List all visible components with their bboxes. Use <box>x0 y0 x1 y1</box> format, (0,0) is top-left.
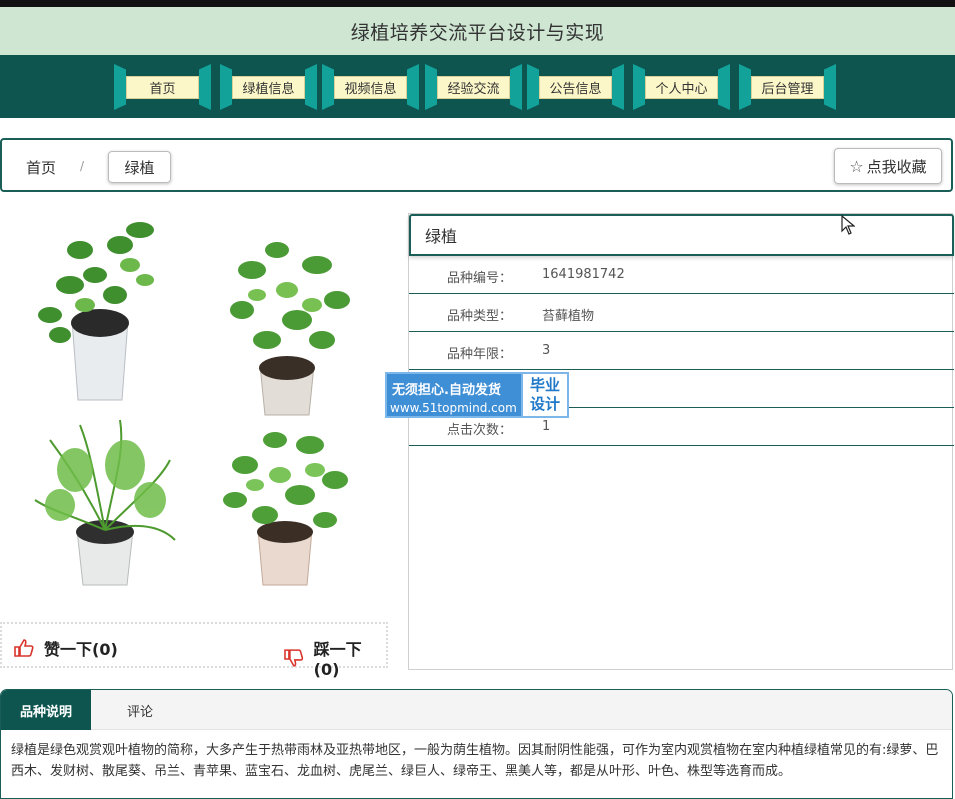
detail-key: 品种年限： <box>447 347 513 362</box>
like-button[interactable]: 赞一下(0) <box>14 636 118 660</box>
header-band: 绿植培养交流平台设计与实现 <box>0 7 955 55</box>
breadcrumb-home-link[interactable]: 首页 <box>26 157 56 178</box>
breadcrumb-separator: / <box>80 159 85 173</box>
watermark-badge-line2: 设计 <box>529 395 560 413</box>
dislike-label: 踩一下(0) <box>313 640 362 679</box>
plant-photo-illustration <box>34 222 350 586</box>
mouse-cursor-icon <box>841 215 855 235</box>
description-text: 绿植是绿色观赏观叶植物的简称，大多产生于热带雨林及亚热带地区，一般为荫生植物。因… <box>11 743 939 779</box>
favorite-label: 点我收藏 <box>866 157 927 176</box>
watermark-line2: www.51topmind.com <box>390 401 517 415</box>
breadcrumb: 首页 / 绿植 ☆ 点我收藏 <box>0 138 953 192</box>
dislike-button[interactable]: 踩一下(0) <box>284 636 386 679</box>
nav-item-notices[interactable]: 公告信息 <box>527 64 624 110</box>
detail-value: 3 <box>542 343 551 358</box>
nav-item-videos[interactable]: 视频信息 <box>322 64 419 110</box>
tab-bar: 品种说明 评论 <box>1 690 952 730</box>
detail-key: 点击次数： <box>447 423 513 438</box>
detail-row: 品种编号： 1641981742 <box>409 256 954 294</box>
detail-title: 绿植 <box>409 214 954 256</box>
plant-photo <box>0 205 387 615</box>
thumbs-up-icon <box>14 639 34 657</box>
vote-bar: 赞一下(0) 踩一下(0) <box>0 622 388 679</box>
nav-item-plants[interactable]: 绿植信息 <box>220 64 317 110</box>
detail-key: 品种类型： <box>447 309 513 324</box>
watermark-box: 毕业 设计 <box>521 374 567 416</box>
star-outline-icon: ☆ <box>849 156 864 176</box>
nav-item-profile[interactable]: 个人中心 <box>633 64 730 110</box>
watermark-line1: 无须担心.自动发货 <box>392 383 501 398</box>
site-title: 绿植培养交流平台设计与实现 <box>350 21 605 44</box>
detail-row: 品种类型： 苔藓植物 <box>409 294 954 332</box>
like-label: 赞一下(0) <box>44 640 118 659</box>
detail-value: 苔藓植物 <box>542 309 595 324</box>
tab-comments[interactable]: 评论 <box>97 690 183 730</box>
main-nav: 首页 绿植信息 视频信息 经验交流 公告信息 个人中心 后台管理 <box>0 55 955 118</box>
nav-item-home[interactable]: 首页 <box>114 64 211 110</box>
detail-row: 品种年限： 3 <box>409 332 954 370</box>
watermark-badge-line1: 毕业 <box>529 376 560 394</box>
detail-key: 品种编号： <box>447 271 513 286</box>
detail-value: 1641981742 <box>542 267 625 282</box>
favorite-button[interactable]: ☆ 点我收藏 <box>834 148 942 184</box>
top-strip <box>0 0 955 7</box>
nav-item-experience[interactable]: 经验交流 <box>425 64 522 110</box>
thumbs-down-icon <box>284 648 304 667</box>
breadcrumb-current: 绿植 <box>108 151 171 183</box>
tab-description[interactable]: 品种说明 <box>1 690 91 730</box>
nav-item-admin[interactable]: 后台管理 <box>739 64 836 110</box>
detail-panel: 绿植 品种编号： 1641981742 品种类型： 苔藓植物 品种年限： 3 点… <box>408 213 954 670</box>
watermark-badge: 无须担心.自动发货 www.51topmind.com 毕业 设计 <box>385 372 569 418</box>
tab-panel: 品种说明 评论 绿植是绿色观赏观叶植物的简称，大多产生于热带雨林及亚热带地区，一… <box>0 689 953 799</box>
detail-value: 1 <box>542 419 551 434</box>
